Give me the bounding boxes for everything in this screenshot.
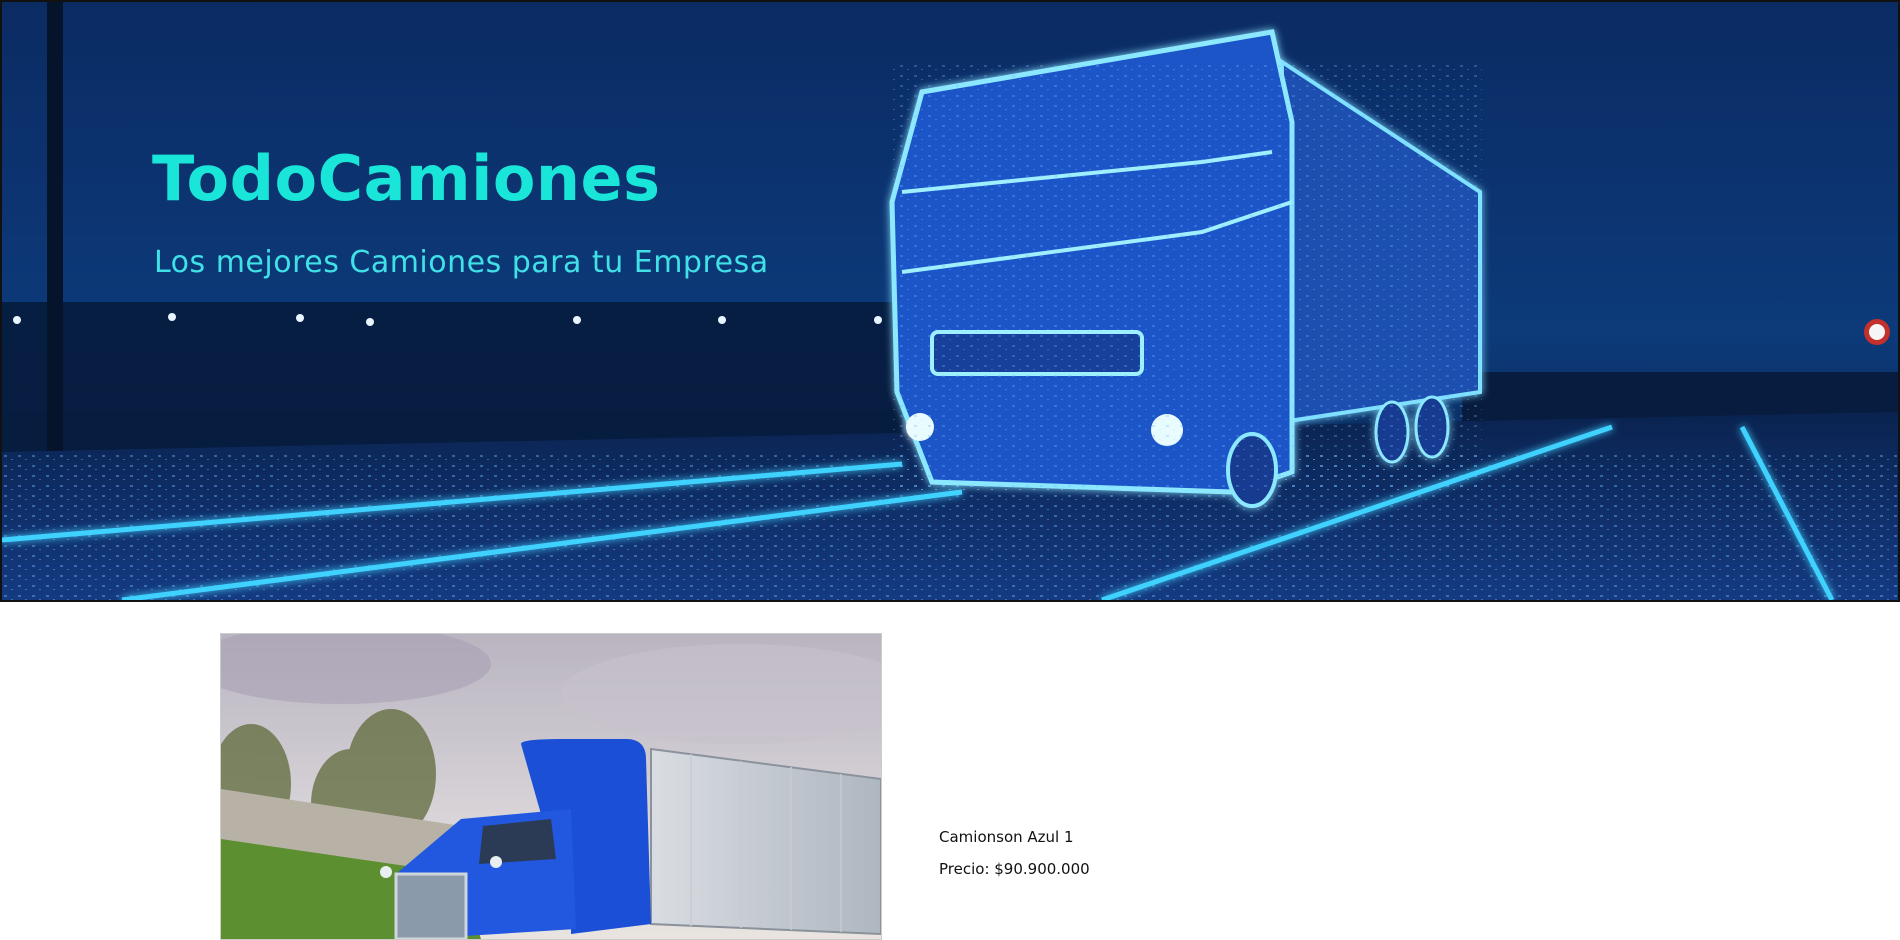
product-details: Camionson Azul 1 Precio: $90.900.000 (939, 828, 1090, 878)
hero-truck-image (2, 2, 1898, 600)
product-image[interactable] (220, 633, 882, 940)
site-tagline: Los mejores Camiones para tu Empresa (154, 245, 769, 280)
product-price: Precio: $90.900.000 (939, 860, 1090, 878)
product-name: Camionson Azul 1 (939, 828, 1074, 846)
blue-truck-photo (221, 634, 881, 939)
site-title: TodoCamiones (152, 142, 661, 215)
hero-banner: TodoCamiones Los mejores Camiones para t… (0, 0, 1900, 602)
